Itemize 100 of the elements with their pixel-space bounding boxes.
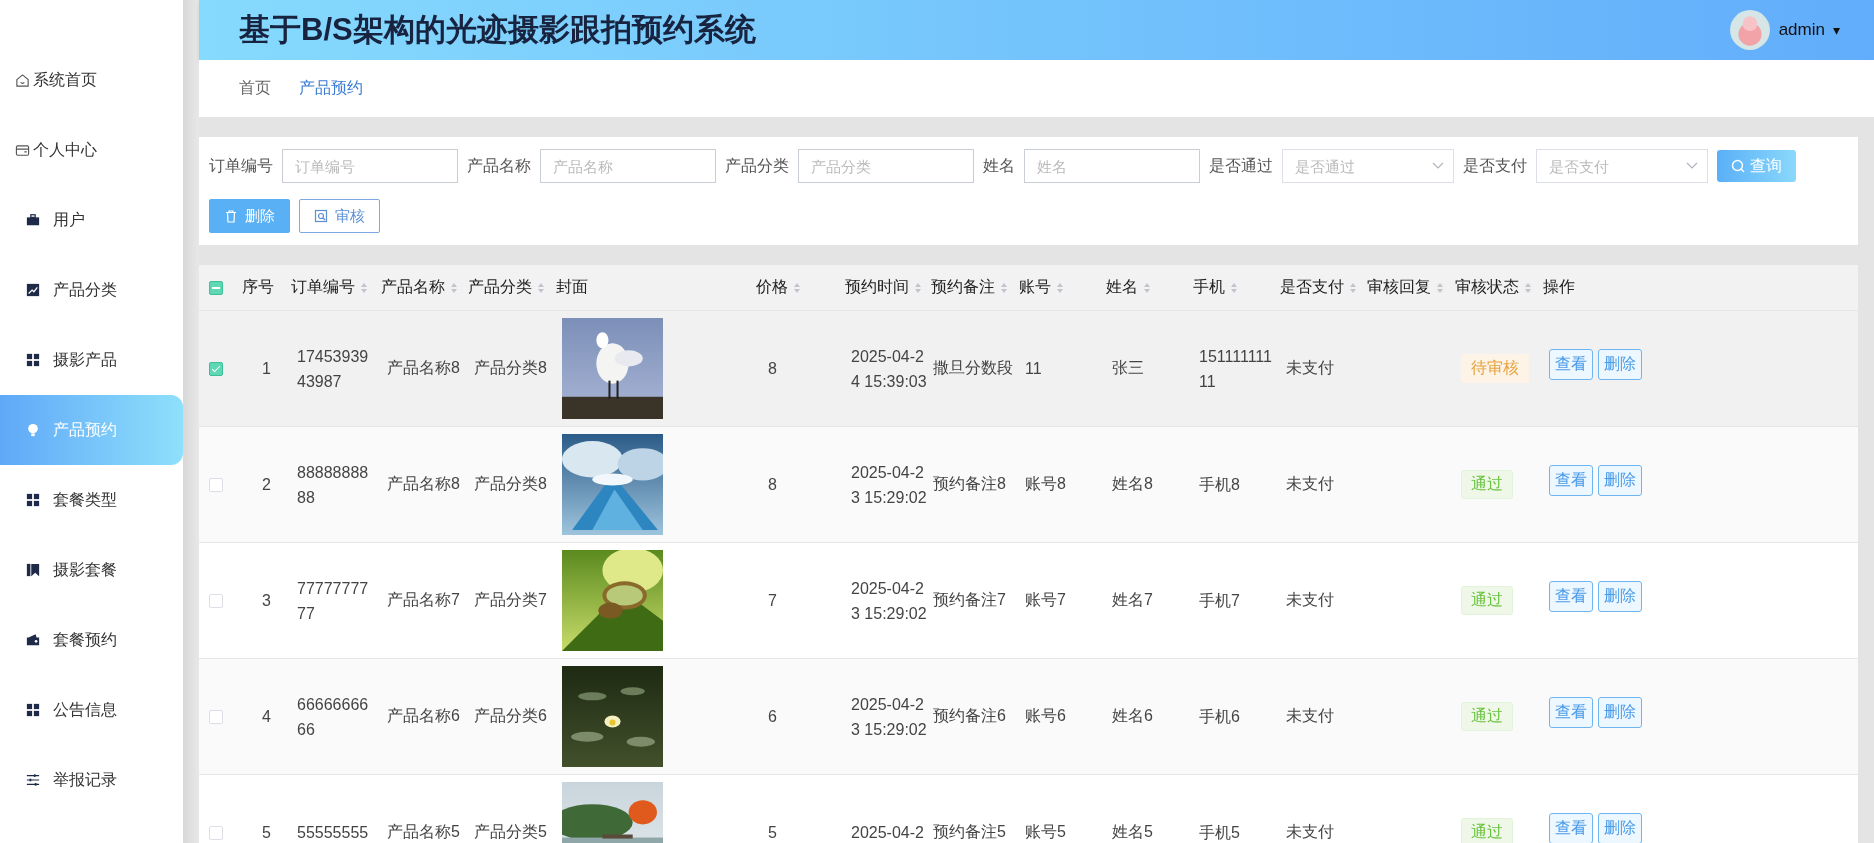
table-cell: 1 [262, 359, 271, 378]
table-cell-text: 未支付 [1286, 706, 1334, 726]
table-cell-text: 产品分类8 [474, 358, 547, 378]
column-header: 预约时间 [845, 277, 909, 297]
view-button[interactable]: 查看 [1549, 349, 1593, 380]
sidebar-item[interactable]: 系统首页 [0, 45, 183, 115]
sort-icon[interactable] [1524, 281, 1532, 294]
table-cell-text: 8888888888 [297, 462, 370, 508]
sort-icon[interactable] [1143, 281, 1151, 294]
home-icon [15, 72, 30, 88]
table-cell-text: 手机7 [1199, 591, 1241, 611]
table-cell-text: 5 [767, 823, 777, 842]
column-header: 审核回复 [1367, 277, 1431, 297]
table-cell-text: 姓名5 [1112, 822, 1153, 842]
grid-icon [26, 703, 40, 717]
table-cell-text: 账号6 [1025, 706, 1066, 726]
table-cell-text: 产品分类5 [474, 822, 547, 842]
input-field[interactable]: 产品名称 [540, 149, 716, 183]
table-cell-text: 6 [767, 707, 777, 726]
table-cell-text: 8 [767, 475, 777, 494]
status-tag: 通过 [1461, 818, 1513, 843]
input-field[interactable]: 姓名 [1024, 149, 1200, 183]
sort-icon[interactable] [1000, 281, 1008, 294]
sort-icon[interactable] [1436, 281, 1444, 294]
app-title: 基于B/S架构的光迹摄影跟拍预约系统 [239, 11, 756, 49]
sidebar-item[interactable]: 个人中心 [0, 115, 183, 185]
column-header: 预约备注 [931, 277, 995, 297]
book-icon [26, 563, 40, 577]
table-cell-text: 8 [767, 359, 777, 378]
status-tag: 待审核 [1461, 354, 1529, 383]
table-cell-text: 产品分类7 [474, 590, 547, 610]
table-cell-text: 姓名8 [1112, 474, 1153, 494]
row-checkbox[interactable] [209, 361, 223, 376]
grid-icon [26, 493, 40, 507]
sidebar-item[interactable]: 套餐预约 [0, 605, 183, 675]
column-header: 是否支付 [1280, 277, 1344, 297]
sort-icon[interactable] [1349, 281, 1357, 294]
select-field[interactable]: 是否支付 [1536, 149, 1708, 183]
select-all-checkbox[interactable] [209, 280, 223, 295]
sort-icon[interactable] [1056, 281, 1064, 294]
sidebar-item[interactable]: 公告信息 [0, 675, 183, 745]
view-button[interactable]: 查看 [1549, 697, 1593, 728]
table-cell-text: 产品分类6 [474, 706, 547, 726]
grid-icon [26, 353, 40, 367]
table-cell: 11 [1025, 359, 1042, 378]
sidebar-item[interactable]: 举报记录 [0, 745, 183, 815]
caret-icon[interactable]: ▾ [1832, 22, 1840, 38]
wallet-icon [26, 633, 40, 647]
review-button[interactable]: 审核 [299, 199, 380, 233]
table-cell-text: 手机8 [1199, 475, 1241, 495]
table-cell-text: 未支付 [1286, 590, 1334, 610]
table-cell-text: 未支付 [1286, 358, 1334, 378]
sort-icon[interactable] [537, 281, 545, 294]
avatar-icon[interactable] [1728, 9, 1771, 51]
view-button[interactable]: 查看 [1549, 465, 1593, 496]
delete-button[interactable]: 删除 [209, 199, 290, 233]
magnifier-icon [314, 209, 328, 223]
sort-icon[interactable] [450, 281, 458, 294]
table-cell-text: 7777777777 [297, 578, 370, 624]
delete-button[interactable]: 删除 [1598, 465, 1642, 496]
user-name[interactable]: admin [1778, 20, 1825, 40]
sort-icon[interactable] [914, 281, 922, 294]
sidebar-item[interactable]: 摄影产品 [0, 325, 183, 395]
table-cell-text: 产品名称7 [387, 590, 460, 610]
search-icon [1731, 159, 1745, 173]
column-header: 手机 [1193, 277, 1225, 297]
delete-button[interactable]: 删除 [1598, 349, 1642, 380]
table-cell-text: 未支付 [1286, 474, 1334, 494]
filter-label: 姓名 [983, 155, 1015, 176]
column-header: 订单编号 [291, 277, 355, 297]
chevron-icon [1432, 162, 1444, 170]
filter-label: 是否通过 [1209, 155, 1273, 176]
sidebar-item[interactable]: 产品分类 [0, 255, 183, 325]
sort-icon[interactable] [1230, 281, 1238, 294]
breadcrumb-link[interactable]: 首页 [239, 78, 271, 99]
sort-icon[interactable] [793, 281, 801, 294]
table-cell-text: 2025-04-23 15:29:02 [851, 578, 928, 624]
table-cell: 3 [262, 591, 271, 610]
delete-button[interactable]: 删除 [1598, 697, 1642, 728]
sort-icon[interactable] [360, 281, 368, 294]
column-header: 操作 [1543, 277, 1575, 297]
view-button[interactable]: 查看 [1549, 813, 1593, 843]
table-cell-text: 7 [767, 591, 777, 610]
delete-button[interactable]: 删除 [1598, 813, 1642, 843]
table-cell-text: 6666666666 [297, 694, 370, 740]
table-cell: 5 [262, 823, 271, 842]
table-cell-text: 2025-04-2 [851, 823, 925, 843]
input-field[interactable]: 订单编号 [282, 149, 458, 183]
table-cell: 2 [262, 475, 271, 494]
input-field[interactable]: 产品分类 [798, 149, 974, 183]
column-header: 姓名 [1106, 277, 1138, 297]
delete-button[interactable]: 删除 [1598, 581, 1642, 612]
table-cell-text: 55555555 [297, 823, 370, 843]
select-field[interactable]: 是否通过 [1282, 149, 1454, 183]
sidebar-item[interactable]: 摄影套餐 [0, 535, 183, 605]
breadcrumb-link[interactable]: 产品预约 [299, 78, 363, 99]
sidebar-item[interactable]: 套餐类型 [0, 465, 183, 535]
sidebar-item[interactable]: 用户 [0, 185, 183, 255]
view-button[interactable]: 查看 [1549, 581, 1593, 612]
column-header: 序号 [242, 277, 274, 297]
